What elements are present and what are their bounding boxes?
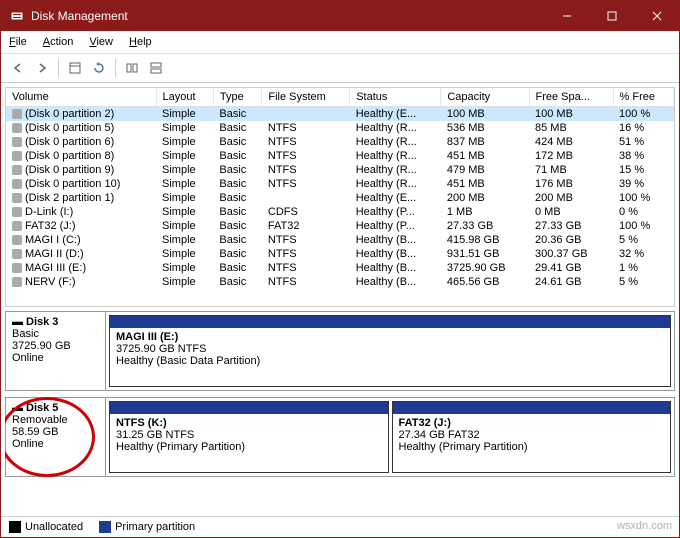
partition-title: MAGI III (E:)	[116, 331, 664, 343]
view-button-1[interactable]	[64, 57, 86, 79]
column-header[interactable]: Layout	[156, 88, 213, 107]
disk-status: Online	[12, 352, 99, 364]
volume-row[interactable]: D-Link (I:)SimpleBasicCDFSHealthy (P...1…	[6, 205, 674, 219]
watermark: wsxdn.com	[617, 520, 672, 532]
column-header[interactable]: Type	[213, 88, 261, 107]
volume-icon	[12, 137, 22, 147]
volume-row[interactable]: (Disk 0 partition 10)SimpleBasicNTFSHeal…	[6, 177, 674, 191]
volume-icon	[12, 165, 22, 175]
legend-swatch	[9, 521, 21, 533]
partition-size: 31.25 GB NTFS	[116, 429, 382, 441]
disk-name: ▬Disk 5	[12, 402, 99, 414]
volume-row[interactable]: NERV (F:)SimpleBasicNTFSHealthy (B...465…	[6, 275, 674, 289]
volume-row[interactable]: (Disk 2 partition 1)SimpleBasicHealthy (…	[6, 191, 674, 205]
disk-info[interactable]: ▬Disk 3Basic3725.90 GBOnline	[6, 312, 106, 390]
forward-button[interactable]	[31, 57, 53, 79]
disk-size: 58.59 GB	[12, 426, 99, 438]
volume-row[interactable]: (Disk 0 partition 6)SimpleBasicNTFSHealt…	[6, 135, 674, 149]
partition-block[interactable]: FAT32 (J:)27.34 GB FAT32Healthy (Primary…	[392, 401, 672, 473]
legend-swatch	[99, 521, 111, 533]
disk-row[interactable]: ▬Disk 3Basic3725.90 GBOnlineMAGI III (E:…	[5, 311, 675, 391]
partition-title: NTFS (K:)	[116, 417, 382, 429]
disk-type: Removable	[12, 414, 99, 426]
partition-title: FAT32 (J:)	[399, 417, 665, 429]
volume-row[interactable]: MAGI I (C:)SimpleBasicNTFSHealthy (B...4…	[6, 233, 674, 247]
legend-item: Primary partition	[99, 521, 195, 533]
volume-table: VolumeLayoutTypeFile SystemStatusCapacit…	[6, 88, 674, 289]
volume-row[interactable]: (Disk 0 partition 5)SimpleBasicNTFSHealt…	[6, 121, 674, 135]
disk-row[interactable]: ▬Disk 5Removable58.59 GBOnlineNTFS (K:)3…	[5, 397, 675, 477]
maximize-button[interactable]	[589, 1, 634, 31]
close-button[interactable]	[634, 1, 679, 31]
partition-health: Healthy (Primary Partition)	[116, 441, 382, 453]
volume-icon	[12, 249, 22, 259]
column-header[interactable]: File System	[262, 88, 350, 107]
menu-view[interactable]: View	[81, 33, 121, 51]
disk-management-window: Disk Management File Action View Help Vo…	[0, 0, 680, 538]
volume-icon	[12, 109, 22, 119]
menubar: File Action View Help	[1, 31, 679, 54]
app-icon	[9, 8, 25, 24]
volume-row[interactable]: MAGI II (D:)SimpleBasicNTFSHealthy (B...…	[6, 247, 674, 261]
window-title: Disk Management	[31, 9, 544, 23]
disk-name: ▬Disk 3	[12, 316, 99, 328]
content-area: VolumeLayoutTypeFile SystemStatusCapacit…	[1, 83, 679, 537]
disk-type: Basic	[12, 328, 99, 340]
volume-row[interactable]: MAGI III (E:)SimpleBasicNTFSHealthy (B..…	[6, 261, 674, 275]
volume-icon	[12, 277, 22, 287]
disk-partition-graph: MAGI III (E:)3725.90 GB NTFSHealthy (Bas…	[106, 312, 674, 390]
volume-list-pane[interactable]: VolumeLayoutTypeFile SystemStatusCapacit…	[5, 87, 675, 307]
column-header[interactable]: Capacity	[441, 88, 529, 107]
volume-icon	[12, 179, 22, 189]
toolbar-separator-2	[115, 59, 116, 77]
volume-icon	[12, 123, 22, 133]
menu-file[interactable]: File	[1, 33, 35, 51]
partition-health: Healthy (Primary Partition)	[399, 441, 665, 453]
partition-header-bar	[110, 316, 670, 328]
volume-row[interactable]: (Disk 0 partition 2)SimpleBasicHealthy (…	[6, 107, 674, 122]
partition-block[interactable]: NTFS (K:)31.25 GB NTFSHealthy (Primary P…	[109, 401, 389, 473]
view-button-2[interactable]	[121, 57, 143, 79]
volume-icon	[12, 221, 22, 231]
menu-action[interactable]: Action	[35, 33, 82, 51]
volume-icon	[12, 207, 22, 217]
volume-icon	[12, 151, 22, 161]
disk-info[interactable]: ▬Disk 5Removable58.59 GBOnline	[6, 398, 106, 476]
column-header[interactable]: % Free	[613, 88, 673, 107]
disk-graphical-pane[interactable]: ▬Disk 3Basic3725.90 GBOnlineMAGI III (E:…	[5, 311, 675, 512]
disk-icon: ▬	[12, 402, 23, 414]
minimize-button[interactable]	[544, 1, 589, 31]
back-button[interactable]	[7, 57, 29, 79]
partition-header-bar	[110, 402, 388, 414]
toolbar-separator	[58, 59, 59, 77]
toolbar	[1, 54, 679, 83]
titlebar[interactable]: Disk Management	[1, 1, 679, 31]
disk-status: Online	[12, 438, 99, 450]
refresh-button[interactable]	[88, 57, 110, 79]
legend: Unallocated Primary partition	[1, 516, 679, 537]
partition-health: Healthy (Basic Data Partition)	[116, 355, 664, 367]
partition-block[interactable]: MAGI III (E:)3725.90 GB NTFSHealthy (Bas…	[109, 315, 671, 387]
volume-icon	[12, 263, 22, 273]
column-header[interactable]: Free Spa...	[529, 88, 613, 107]
volume-row[interactable]: (Disk 0 partition 9)SimpleBasicNTFSHealt…	[6, 163, 674, 177]
disk-icon: ▬	[12, 316, 23, 328]
disk-partition-graph: NTFS (K:)31.25 GB NTFSHealthy (Primary P…	[106, 398, 674, 476]
view-button-3[interactable]	[145, 57, 167, 79]
partition-size: 3725.90 GB NTFS	[116, 343, 664, 355]
column-header[interactable]: Volume	[6, 88, 156, 107]
column-header[interactable]: Status	[350, 88, 441, 107]
volume-row[interactable]: (Disk 0 partition 8)SimpleBasicNTFSHealt…	[6, 149, 674, 163]
partition-size: 27.34 GB FAT32	[399, 429, 665, 441]
disk-size: 3725.90 GB	[12, 340, 99, 352]
volume-icon	[12, 235, 22, 245]
volume-row[interactable]: FAT32 (J:)SimpleBasicFAT32Healthy (P...2…	[6, 219, 674, 233]
volume-icon	[12, 193, 22, 203]
legend-item: Unallocated	[9, 521, 83, 533]
partition-header-bar	[393, 402, 671, 414]
menu-help[interactable]: Help	[121, 33, 160, 51]
